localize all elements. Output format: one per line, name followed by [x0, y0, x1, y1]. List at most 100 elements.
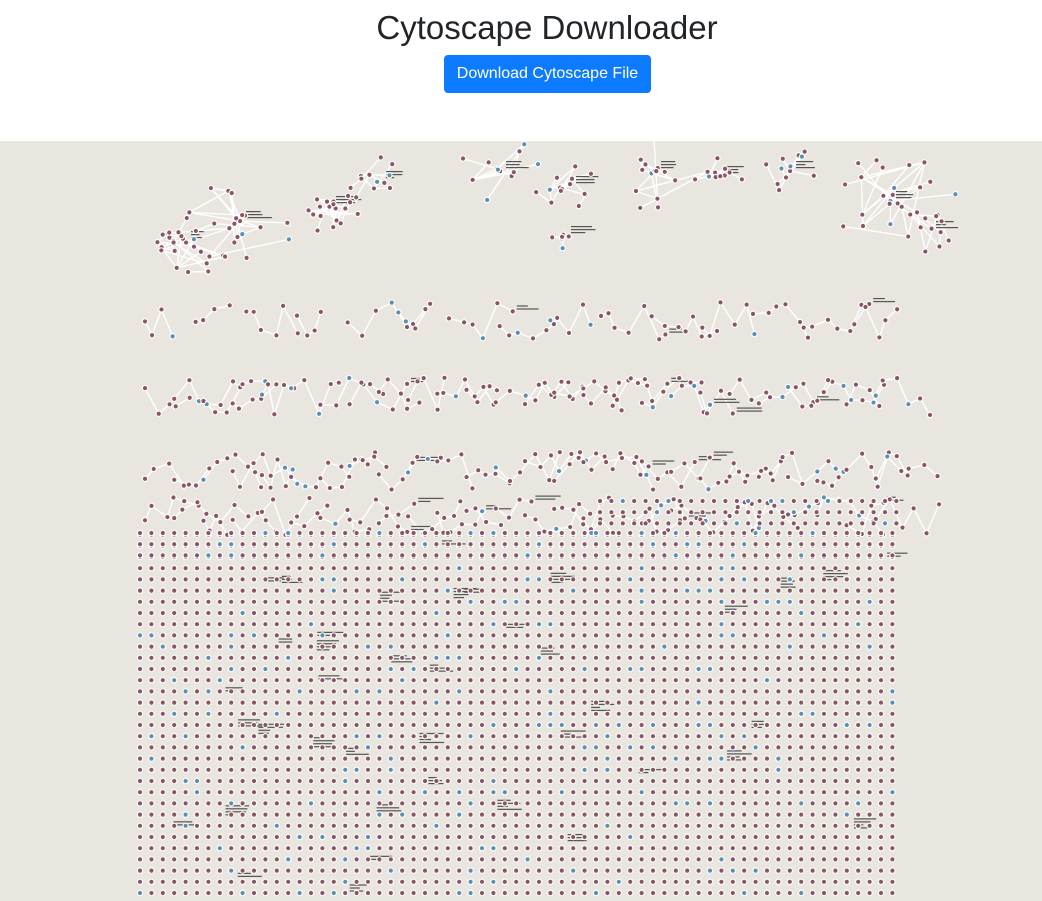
- network-node: [815, 469, 820, 474]
- network-node: [730, 622, 735, 627]
- network-node: [377, 566, 382, 571]
- network-node: [833, 666, 838, 672]
- network-node: [730, 722, 735, 728]
- network-node: [776, 734, 781, 739]
- network-node: [593, 588, 599, 593]
- network-node: [382, 180, 387, 185]
- network-node: [389, 300, 394, 305]
- network-node: [696, 700, 701, 705]
- network-node: [343, 700, 348, 705]
- network-node: [593, 633, 599, 638]
- network-node: [673, 178, 678, 183]
- network-node: [677, 521, 682, 526]
- network-node: [821, 633, 827, 638]
- network-node: [707, 678, 713, 683]
- network-node: [582, 689, 587, 694]
- network-node: [317, 411, 322, 416]
- network-node: [877, 335, 882, 340]
- download-cytoscape-button[interactable]: Download Cytoscape File: [444, 55, 651, 93]
- network-node: [263, 599, 268, 604]
- network-node: [655, 196, 660, 201]
- network-node: [365, 678, 371, 683]
- network-node: [308, 599, 314, 604]
- network-node: [593, 655, 599, 660]
- network-node: [160, 711, 165, 716]
- node-label-mark: [576, 179, 595, 181]
- network-node: [251, 566, 257, 571]
- network-node: [730, 588, 735, 593]
- network-node: [365, 462, 370, 467]
- network-node: [297, 644, 302, 649]
- network-node: [860, 398, 865, 403]
- network-node: [598, 313, 604, 318]
- network-node: [486, 160, 491, 165]
- network-node: [251, 678, 257, 683]
- network-node: [331, 745, 336, 750]
- network-node: [400, 566, 405, 571]
- network-edge: [296, 497, 311, 517]
- network-node: [593, 644, 599, 649]
- network-node: [547, 478, 552, 483]
- network-node: [183, 711, 188, 716]
- network-node: [643, 510, 648, 515]
- node-label-mark: [727, 750, 742, 752]
- node-label-mark: [173, 821, 193, 823]
- network-node: [217, 577, 222, 582]
- network-node: [400, 734, 405, 739]
- network-node: [742, 722, 747, 728]
- network-node: [677, 510, 682, 515]
- network-node: [160, 588, 165, 593]
- network-node: [236, 406, 242, 411]
- network-node: [149, 711, 154, 716]
- network-node: [142, 476, 148, 481]
- network-node: [343, 745, 348, 750]
- network-node: [194, 644, 200, 649]
- network-node: [149, 666, 154, 672]
- network-node: [669, 393, 674, 399]
- node-label-mark: [246, 211, 261, 213]
- network-node: [734, 510, 739, 515]
- network-node: [194, 599, 200, 604]
- network-node: [742, 745, 747, 750]
- network-node: [638, 157, 643, 162]
- network-node: [890, 734, 895, 739]
- network-node: [776, 711, 781, 716]
- network-node: [867, 577, 872, 582]
- network-canvas[interactable]: [0, 141, 1042, 901]
- network-graph[interactable]: [0, 141, 1042, 901]
- network-node: [774, 304, 779, 309]
- network-node: [460, 156, 466, 161]
- network-node: [343, 734, 348, 739]
- network-node: [696, 678, 701, 683]
- network-node: [593, 689, 599, 694]
- network-node: [593, 599, 599, 604]
- network-node: [411, 644, 416, 649]
- network-node: [534, 190, 539, 195]
- network-node: [263, 745, 268, 750]
- network-node: [683, 329, 688, 334]
- network-node: [172, 711, 177, 716]
- network-node: [549, 200, 554, 205]
- network-node: [514, 745, 519, 750]
- network-node: [435, 459, 440, 464]
- network-node: [468, 745, 473, 750]
- network-node: [137, 734, 143, 739]
- network-node: [149, 503, 154, 509]
- network-node: [411, 745, 416, 750]
- network-node: [867, 599, 872, 604]
- network-node: [852, 322, 857, 327]
- network-node: [481, 384, 486, 389]
- network-node: [890, 666, 895, 672]
- node-label-mark: [724, 608, 737, 610]
- network-node: [159, 248, 164, 253]
- network-node: [673, 588, 678, 593]
- network-node: [650, 722, 656, 728]
- network-node: [274, 382, 279, 387]
- network-node: [707, 689, 713, 694]
- network-node: [536, 599, 542, 604]
- network-node: [525, 678, 530, 683]
- network-node: [434, 678, 439, 683]
- network-node: [707, 333, 712, 339]
- network-node: [628, 633, 633, 638]
- network-node: [206, 734, 211, 739]
